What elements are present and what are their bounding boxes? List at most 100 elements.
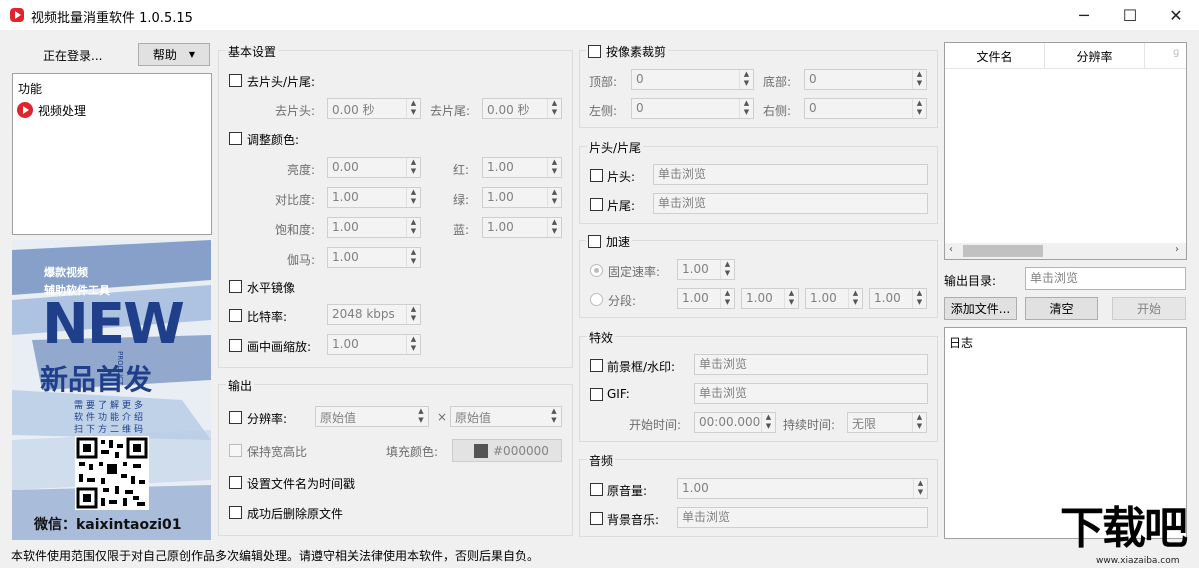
saturation-spinner[interactable]: 1.00 ▲ ▼ (327, 217, 421, 238)
spinner-arrows-icon[interactable]: ▲ ▼ (720, 289, 734, 308)
scroll-left-icon[interactable]: ‹ (949, 244, 953, 255)
spinner-arrows-icon[interactable]: ▲ ▼ (547, 188, 561, 207)
spinner-arrows-icon[interactable]: ▲ ▼ (406, 218, 420, 237)
bitrate-checkbox[interactable] (229, 309, 242, 322)
segment-spinner-3[interactable]: 1.00 ▲ ▼ (805, 288, 863, 309)
help-button[interactable]: 帮助 ▼ (138, 43, 210, 66)
segment-radio[interactable] (590, 293, 603, 306)
file-list[interactable]: 文件名 分辨率 ɡ ‹ › (944, 42, 1187, 260)
scroll-thumb[interactable] (963, 245, 1043, 257)
crop-bottom-spinner[interactable]: 0 ▲ ▼ (804, 69, 927, 90)
minimize-button[interactable]: ─ (1061, 0, 1107, 30)
head-checkbox[interactable] (590, 169, 603, 182)
spinner-arrows-icon[interactable]: ▲ ▼ (406, 335, 420, 354)
title-bar: 视频批量消重软件 1.0.5.15 ─ ☐ ✕ (0, 0, 1199, 30)
pip-spinner[interactable]: 1.00 ▲ ▼ (327, 334, 421, 355)
spinner-arrows-icon[interactable]: ▲ ▼ (739, 99, 753, 118)
trim-checkbox[interactable] (229, 74, 242, 87)
resolution-checkbox[interactable] (229, 411, 242, 424)
volume-checkbox[interactable] (590, 483, 603, 496)
resolution-height-select[interactable]: 原始值 ▲ ▼ (450, 406, 562, 427)
spinner-arrows-icon[interactable]: ▲ ▼ (761, 413, 775, 432)
clear-button[interactable]: 清空 (1025, 297, 1098, 320)
col-filename[interactable]: 文件名 (945, 43, 1045, 69)
output-dir-input[interactable]: 单击浏览 (1025, 267, 1186, 290)
spinner-arrows-icon[interactable]: ▲ ▼ (720, 260, 734, 279)
resolution-width-value: 原始值 (320, 411, 357, 425)
add-files-button[interactable]: 添加文件... (944, 297, 1017, 320)
fill-color-button[interactable]: #000000 (452, 439, 562, 462)
green-spinner[interactable]: 1.00 ▲ ▼ (482, 187, 562, 208)
spinner-arrows-icon[interactable]: ▲ ▼ (912, 70, 926, 89)
bgm-checkbox[interactable] (590, 512, 603, 525)
function-tree[interactable]: 功能 视频处理 (12, 73, 212, 235)
blue-label: 蓝: (453, 223, 470, 237)
spinner-arrows-icon[interactable]: ▲ ▼ (406, 99, 420, 118)
spinner-arrows-icon[interactable]: ▲ ▼ (547, 407, 561, 426)
maximize-button[interactable]: ☐ (1107, 0, 1153, 30)
bitrate-value: 2048 kbps (332, 307, 395, 321)
trim-tail-spinner[interactable]: 0.00 秒 ▲ ▼ (482, 98, 562, 119)
head-file-input[interactable]: 单击浏览 (653, 164, 928, 185)
gif-checkbox[interactable] (590, 388, 603, 401)
segment-spinner-4[interactable]: 1.00 ▲ ▼ (869, 288, 927, 309)
fixed-rate-spinner[interactable]: 1.00 ▲ ▼ (677, 259, 735, 280)
resolution-width-select[interactable]: 原始值 ▲ ▼ (315, 406, 429, 427)
spinner-arrows-icon[interactable]: ▲ ▼ (784, 289, 798, 308)
spinner-arrows-icon[interactable]: ▲ ▼ (848, 289, 862, 308)
spinner-arrows-icon[interactable]: ▲ ▼ (406, 305, 420, 324)
duration-spinner[interactable]: 无限 ▲ ▼ (847, 412, 927, 433)
blue-spinner[interactable]: 1.00 ▲ ▼ (482, 217, 562, 238)
brightness-spinner[interactable]: 0.00 ▲ ▼ (327, 157, 421, 178)
frame-checkbox[interactable] (590, 359, 603, 372)
segment-spinner-2[interactable]: 1.00 ▲ ▼ (741, 288, 799, 309)
bgm-file-input[interactable]: 单击浏览 (677, 507, 928, 528)
speed-checkbox[interactable] (588, 235, 601, 248)
tail-file-input[interactable]: 单击浏览 (653, 193, 928, 214)
spinner-arrows-icon[interactable]: ▲ ▼ (406, 158, 420, 177)
close-button[interactable]: ✕ (1153, 0, 1199, 30)
spinner-arrows-icon[interactable]: ▲ ▼ (547, 218, 561, 237)
fixed-rate-radio[interactable] (590, 264, 603, 277)
scroll-right-icon[interactable]: › (1175, 244, 1179, 255)
color-checkbox[interactable] (229, 132, 242, 145)
spinner-arrows-icon[interactable]: ▲ ▼ (547, 158, 561, 177)
gif-file-input[interactable]: 单击浏览 (694, 383, 928, 404)
crop-top-spinner[interactable]: 0 ▲ ▼ (631, 69, 754, 90)
start-button[interactable]: 开始 (1112, 297, 1186, 320)
trim-head-spinner[interactable]: 0.00 秒 ▲ ▼ (327, 98, 421, 119)
mirror-checkbox[interactable] (229, 280, 242, 293)
col-resolution[interactable]: 分辨率 (1045, 43, 1145, 69)
spinner-arrows-icon[interactable]: ▲ ▼ (547, 99, 561, 118)
crop-checkbox[interactable] (588, 45, 601, 58)
spinner-arrows-icon[interactable]: ▲ ▼ (913, 479, 927, 498)
timestamp-checkbox[interactable] (229, 476, 242, 489)
gamma-spinner[interactable]: 1.00 ▲ ▼ (327, 247, 421, 268)
frame-file-input[interactable]: 单击浏览 (694, 354, 928, 375)
pip-checkbox[interactable] (229, 339, 242, 352)
spinner-arrows-icon[interactable]: ▲ ▼ (912, 289, 926, 308)
spinner-arrows-icon[interactable]: ▲ ▼ (406, 188, 420, 207)
promo-banner[interactable]: 爆款视频 辅助软件工具 NEW 新品首发 PRODUCT 需要了解更多 软件功能… (12, 240, 211, 540)
spinner-arrows-icon[interactable]: ▲ ▼ (912, 99, 926, 118)
crop-left-spinner[interactable]: 0 ▲ ▼ (631, 98, 754, 119)
col-more[interactable]: ɡ (1173, 47, 1179, 58)
volume-spinner[interactable]: 1.00 ▲ ▼ (677, 478, 928, 499)
spinner-arrows-icon[interactable]: ▲ ▼ (912, 413, 926, 432)
tail-checkbox[interactable] (590, 198, 603, 211)
spinner-arrows-icon[interactable]: ▲ ▼ (406, 248, 420, 267)
bitrate-spinner[interactable]: 2048 kbps ▲ ▼ (327, 304, 421, 325)
crop-right-spinner[interactable]: 0 ▲ ▼ (804, 98, 927, 119)
keep-ratio-checkbox[interactable] (229, 444, 242, 457)
spinner-arrows-icon[interactable]: ▲ ▼ (414, 407, 428, 426)
spinner-arrows-icon[interactable]: ▲ ▼ (739, 70, 753, 89)
segment-spinner-1[interactable]: 1.00 ▲ ▼ (677, 288, 735, 309)
horizontal-scrollbar[interactable]: ‹ › (945, 243, 1186, 259)
red-spinner[interactable]: 1.00 ▲ ▼ (482, 157, 562, 178)
color-label: 调整颜色: (247, 133, 300, 147)
start-time-spinner[interactable]: 00:00.000 ▲ ▼ (694, 412, 776, 433)
tree-item-video-process[interactable]: 视频处理 (38, 102, 86, 119)
bgm-label: 背景音乐: (607, 513, 660, 527)
contrast-spinner[interactable]: 1.00 ▲ ▼ (327, 187, 421, 208)
delete-after-checkbox[interactable] (229, 506, 242, 519)
